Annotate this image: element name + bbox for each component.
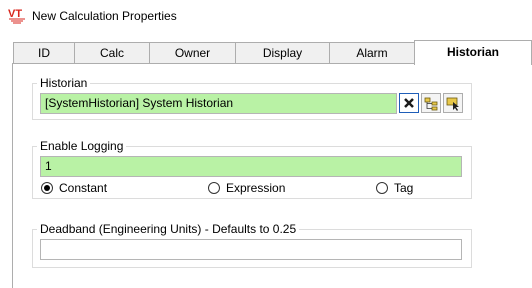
deadband-group-label: Deadband (Engineering Units) - Defaults … xyxy=(37,222,300,236)
clear-historian-button[interactable] xyxy=(399,93,419,113)
tab-display[interactable]: Display xyxy=(235,42,330,64)
radio-expression-circle[interactable] xyxy=(208,182,220,194)
enable-logging-group-label: Enable Logging xyxy=(37,139,127,153)
tab-historian[interactable]: Historian xyxy=(414,40,532,65)
radio-expression[interactable]: Expression xyxy=(208,181,285,195)
tab-alarm[interactable]: Alarm xyxy=(329,42,415,64)
select-pointer-icon xyxy=(446,97,459,111)
tab-calc[interactable]: Calc xyxy=(74,42,150,64)
title-bar: VT New Calculation Properties xyxy=(0,0,532,32)
radio-tag[interactable]: Tag xyxy=(376,181,413,195)
radio-expression-label: Expression xyxy=(226,181,286,195)
tab-strip: ID Calc Owner Display Alarm Historian xyxy=(0,40,532,65)
select-historian-button[interactable] xyxy=(443,93,463,113)
browse-historian-button[interactable] xyxy=(421,93,441,113)
tab-owner[interactable]: Owner xyxy=(149,42,236,64)
app-logo-text: VT xyxy=(8,8,22,20)
enable-logging-field[interactable]: 1 xyxy=(40,156,462,177)
radio-constant-circle[interactable] xyxy=(41,182,53,194)
radio-constant-label: Constant xyxy=(59,181,108,195)
radio-constant[interactable]: Constant xyxy=(41,181,107,195)
window-title: New Calculation Properties xyxy=(32,9,177,23)
radio-tag-label: Tag xyxy=(394,181,414,195)
app-logo-icon: VT xyxy=(8,8,25,24)
radio-tag-circle[interactable] xyxy=(376,182,388,194)
deadband-field[interactable] xyxy=(40,239,462,260)
clear-icon xyxy=(404,98,414,108)
historian-group-label: Historian xyxy=(37,76,91,90)
historian-field[interactable]: [SystemHistorian] System Historian xyxy=(40,93,397,114)
browse-tree-icon xyxy=(424,97,438,111)
tab-id[interactable]: ID xyxy=(13,42,75,64)
